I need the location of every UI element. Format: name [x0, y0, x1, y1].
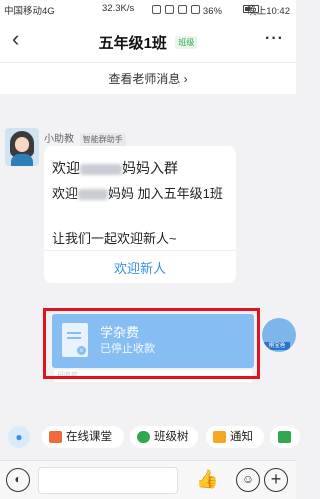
chat-bubble-icon[interactable]: ●: [8, 426, 30, 448]
network-speed: 32.3K/s: [102, 3, 135, 14]
microphone-icon: ◐: [14, 472, 22, 486]
view-teacher-messages-button[interactable]: 查看老师消息 ›: [0, 62, 296, 94]
input-bar: ◐ 👍 ☺ +: [0, 460, 296, 499]
nav-bar: ‹ 五年级1班 班级 ···: [0, 18, 296, 62]
quick-toolbar: ● 在线课堂 班级树 通知: [0, 421, 300, 453]
sender-name-row: 小助教 智能群助手: [44, 130, 126, 146]
emoji-button[interactable]: ☺: [236, 468, 260, 492]
like-button[interactable]: 👍: [196, 469, 218, 490]
blurred-name: [80, 163, 122, 175]
welcome-newcomer-button[interactable]: 欢迎新人: [44, 258, 236, 277]
megaphone-icon: [213, 431, 226, 443]
more-tool-button[interactable]: [270, 426, 300, 448]
plus-icon: +: [270, 469, 282, 489]
signal-icon: [191, 4, 200, 14]
class-badge: 班级: [175, 36, 198, 49]
title-wrap: 五年级1班 班级: [0, 32, 296, 53]
assistant-avatar[interactable]: [5, 128, 39, 166]
tool-icon: [278, 431, 291, 443]
class-tree-button[interactable]: 班级树: [130, 426, 198, 448]
welcome-line-2: 欢迎 妈妈 加入五年级1班: [52, 186, 223, 201]
thumbs-up-icon: 👍: [196, 469, 219, 489]
welcome-message-bubble: 欢迎 妈妈入群 欢迎 妈妈 加入五年级1班 让我们一起欢迎新人~ 欢迎新人: [44, 146, 236, 283]
online-class-icon: [49, 431, 62, 443]
sender-tag: 智能群助手: [79, 133, 126, 146]
sender-name: 小助教: [44, 134, 74, 145]
divider: [44, 250, 236, 251]
battery-percent: 36%: [202, 6, 222, 17]
message-input[interactable]: [38, 467, 178, 494]
my-avatar-label: 桐宝爸: [264, 342, 290, 350]
tree-icon: [137, 431, 150, 443]
battery-icon: [243, 5, 259, 13]
more-button[interactable]: ···: [265, 30, 284, 48]
welcome-line-3: 让我们一起欢迎新人~: [52, 231, 177, 246]
emoji-icon: ☺: [241, 472, 255, 486]
vibrate-icon: [152, 4, 161, 14]
my-avatar[interactable]: 桐宝爸: [262, 318, 296, 352]
blurred-name: [78, 189, 109, 201]
carrier-text: 中国移动4G: [4, 6, 55, 17]
status-bar: 中国移动4G 32.3K/s 36% 晚上10:42: [0, 0, 296, 18]
alarm-icon: [165, 4, 174, 14]
more-dots-icon: ···: [265, 30, 284, 47]
page-title: 五年级1班: [98, 35, 167, 52]
notice-button[interactable]: 通知: [206, 426, 264, 448]
online-class-button[interactable]: 在线课堂: [42, 426, 124, 448]
highlight-box: [43, 308, 260, 379]
plus-button[interactable]: +: [264, 468, 288, 492]
welcome-line-1: 欢迎 妈妈入群: [52, 160, 178, 176]
voice-button[interactable]: ◐: [6, 468, 30, 492]
wifi-icon: [178, 4, 187, 14]
